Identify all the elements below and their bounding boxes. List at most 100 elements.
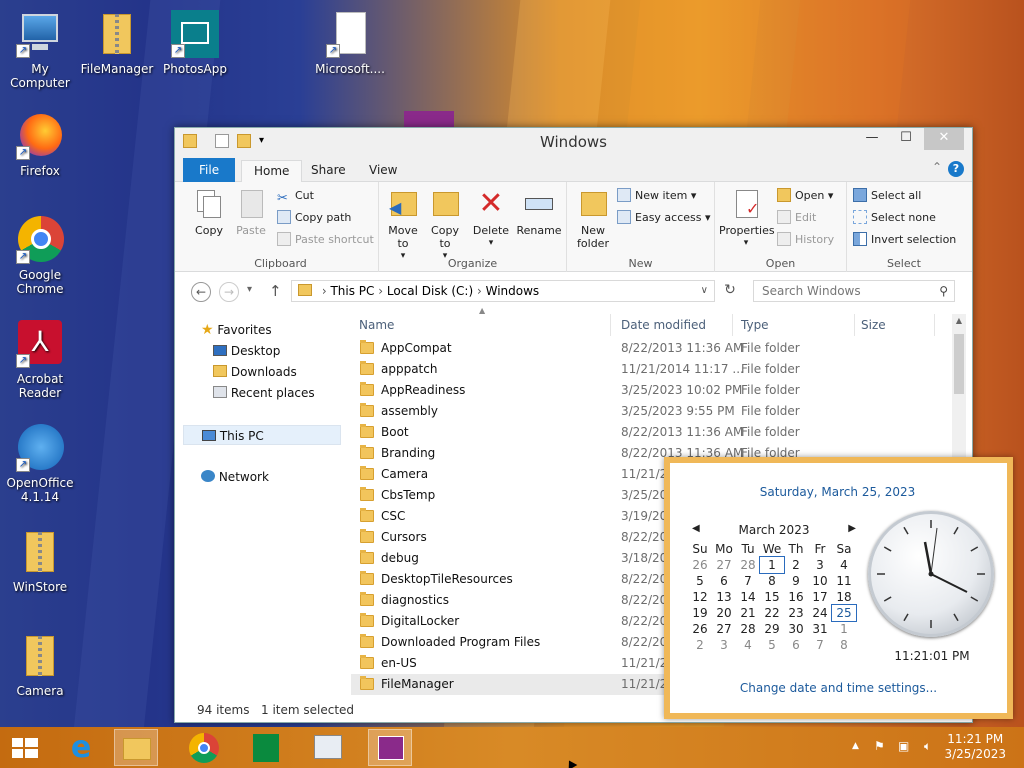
- calendar-day[interactable]: 16: [784, 589, 808, 605]
- copy-button[interactable]: Copy: [187, 188, 231, 237]
- change-date-time-link[interactable]: Change date and time settings...: [670, 681, 1007, 695]
- help-icon[interactable]: ?: [948, 161, 964, 177]
- calendar-day[interactable]: 27: [712, 621, 736, 637]
- column-type[interactable]: Type: [741, 314, 855, 336]
- tab-view[interactable]: View: [357, 160, 409, 182]
- calendar-day[interactable]: 24: [808, 605, 832, 621]
- taskbar-chrome[interactable]: [182, 729, 226, 766]
- invert-selection-button[interactable]: Invert selection: [853, 230, 956, 250]
- desktop-icon-microsoft[interactable]: ↗ Microsoft....: [310, 10, 390, 76]
- taskbar-camera[interactable]: [368, 729, 412, 766]
- nav-favorites[interactable]: ★ Favorites: [201, 320, 272, 340]
- calendar-day[interactable]: 20: [712, 605, 736, 621]
- calendar-day[interactable]: 15: [760, 589, 784, 605]
- start-button[interactable]: [2, 729, 46, 766]
- file-row[interactable]: apppatch 11/21/2014 11:17 ... File folder: [351, 359, 948, 380]
- tab-home[interactable]: Home: [241, 160, 303, 183]
- search-input[interactable]: Search Windows ⚲: [753, 280, 955, 302]
- calendar-day[interactable]: 11: [832, 573, 856, 589]
- calendar-day[interactable]: 8: [760, 573, 784, 589]
- cut-button[interactable]: ✂ Cut: [277, 186, 314, 206]
- calendar-day[interactable]: 28: [736, 621, 760, 637]
- paste-button[interactable]: Paste: [231, 188, 271, 237]
- calendar-day[interactable]: 2: [688, 637, 712, 653]
- calendar-day[interactable]: 30: [784, 621, 808, 637]
- breadcrumb-this-pc[interactable]: This PC: [330, 284, 374, 298]
- calendar-day[interactable]: 21: [736, 605, 760, 621]
- long-date-link[interactable]: Saturday, March 25, 2023: [670, 485, 1005, 499]
- open-button[interactable]: Open ▾: [777, 186, 833, 206]
- nav-desktop[interactable]: Desktop: [213, 341, 280, 361]
- scroll-up-icon[interactable]: ▲: [952, 314, 966, 328]
- select-all-button[interactable]: Select all: [853, 186, 921, 206]
- desktop-icon-camera[interactable]: Camera: [0, 632, 80, 698]
- calendar-day[interactable]: 13: [712, 589, 736, 605]
- calendar-day[interactable]: 1: [832, 621, 856, 637]
- file-row[interactable]: Boot 8/22/2013 11:36 AM File folder: [351, 422, 948, 443]
- desktop-icon-firefox[interactable]: ↗ Firefox: [0, 112, 80, 178]
- desktop-icon-my-computer[interactable]: ↗ My Computer: [0, 10, 80, 90]
- taskbar-performance-monitor[interactable]: [306, 729, 350, 766]
- calendar-month[interactable]: March 2023: [739, 523, 810, 537]
- calendar-day[interactable]: 4: [832, 557, 856, 573]
- desktop-icon-chrome[interactable]: ↗ Google Chrome: [0, 216, 80, 296]
- back-arrow-icon[interactable]: ←: [191, 282, 211, 302]
- paste-shortcut-button[interactable]: Paste shortcut: [277, 230, 374, 250]
- calendar-day[interactable]: 5: [760, 637, 784, 653]
- nav-recent-places[interactable]: Recent places: [213, 383, 315, 403]
- calendar-day[interactable]: 17: [808, 589, 832, 605]
- calendar-day[interactable]: 4: [736, 637, 760, 653]
- column-size[interactable]: Size: [861, 314, 935, 336]
- desktop-icon-filemanager[interactable]: FileManager: [77, 10, 157, 76]
- column-date-modified[interactable]: Date modified: [621, 314, 733, 336]
- edit-button[interactable]: Edit: [777, 208, 816, 228]
- network-tray-icon[interactable]: ▣: [898, 739, 909, 753]
- calendar-day[interactable]: 3: [712, 637, 736, 653]
- desktop-icon-photosapp[interactable]: ↗ PhotosApp: [155, 10, 235, 76]
- minimize-button[interactable]: —: [856, 128, 888, 150]
- new-folder-button[interactable]: New folder: [571, 188, 615, 250]
- calendar-day[interactable]: 18: [832, 589, 856, 605]
- rename-button[interactable]: Rename: [515, 188, 563, 237]
- calendar-day[interactable]: 10: [808, 573, 832, 589]
- breadcrumb-local-disk[interactable]: Local Disk (C:): [387, 284, 473, 298]
- calendar-day[interactable]: 19: [688, 605, 712, 621]
- close-button[interactable]: ✕: [924, 128, 964, 150]
- action-center-flag-icon[interactable]: ⚑: [874, 739, 885, 753]
- calendar-day[interactable]: 28: [736, 557, 760, 573]
- file-row[interactable]: AppCompat 8/22/2013 11:36 AM File folder: [351, 338, 948, 359]
- taskbar-internet-explorer[interactable]: e: [58, 729, 102, 766]
- history-button[interactable]: History: [777, 230, 834, 250]
- copy-to-button[interactable]: Copy to ▾: [425, 188, 465, 263]
- calendar-day[interactable]: 14: [736, 589, 760, 605]
- scrollbar-thumb[interactable]: [954, 334, 964, 394]
- prev-month-icon[interactable]: ◀: [692, 523, 700, 534]
- show-hidden-icons-icon[interactable]: ▲: [852, 741, 859, 751]
- taskbar-store[interactable]: [244, 729, 288, 766]
- nav-this-pc[interactable]: This PC: [183, 425, 341, 445]
- calendar-day[interactable]: 9: [784, 573, 808, 589]
- easy-access-button[interactable]: Easy access ▾: [617, 208, 711, 228]
- address-bar[interactable]: › This PC › Local Disk (C:) › Windows ∨: [291, 280, 715, 302]
- desktop-icon-winstore[interactable]: WinStore: [0, 528, 80, 594]
- new-item-button[interactable]: New item ▾: [617, 186, 696, 206]
- taskbar-clock[interactable]: 11:21 PM 3/25/2023: [944, 732, 1006, 762]
- nav-downloads[interactable]: Downloads: [213, 362, 297, 382]
- move-to-button[interactable]: ◀ Move to ▾: [383, 188, 423, 263]
- up-arrow-icon[interactable]: ↑: [269, 282, 282, 300]
- desktop-icon-acrobat[interactable]: ⅄ ↗ Acrobat Reader: [0, 320, 80, 400]
- file-row[interactable]: AppReadiness 3/25/2023 10:02 PM File folde…: [351, 380, 948, 401]
- calendar-day[interactable]: 25: [831, 604, 857, 622]
- select-none-button[interactable]: Select none: [853, 208, 936, 228]
- taskbar-file-explorer[interactable]: [114, 729, 158, 766]
- calendar-day[interactable]: 6: [712, 573, 736, 589]
- column-name[interactable]: Name: [359, 314, 611, 336]
- calendar-day[interactable]: 8: [832, 637, 856, 653]
- calendar-day[interactable]: 31: [808, 621, 832, 637]
- address-dropdown-icon[interactable]: ∨: [701, 281, 708, 301]
- collapse-ribbon-icon[interactable]: ⌃: [932, 160, 942, 174]
- delete-button[interactable]: ✕ Delete ▾: [471, 188, 511, 250]
- nav-network[interactable]: Network: [201, 467, 269, 487]
- properties-button[interactable]: ✓ Properties ▾: [719, 188, 775, 250]
- refresh-icon[interactable]: ↻: [719, 282, 741, 302]
